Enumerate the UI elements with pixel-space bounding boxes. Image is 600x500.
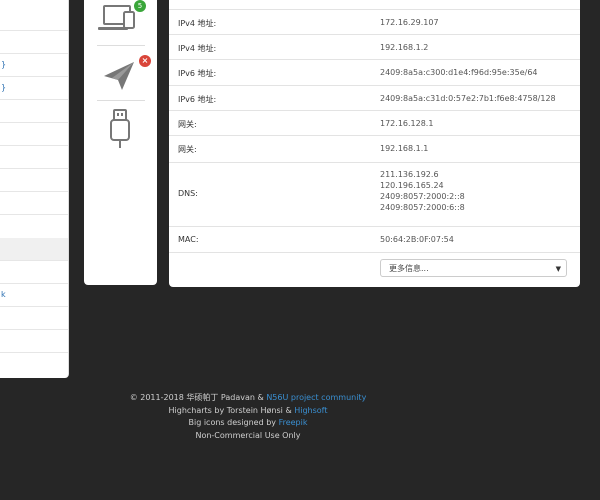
computer-icon[interactable]: 5 xyxy=(94,0,147,40)
row-label: IPv4 地址: xyxy=(178,44,217,53)
sidebar-item[interactable] xyxy=(0,146,68,169)
sidebar-item[interactable] xyxy=(0,307,68,330)
sidebar-item-active[interactable] xyxy=(0,238,68,261)
row-value: 172.16.128.1 xyxy=(380,119,434,128)
sidebar-item[interactable] xyxy=(0,123,68,146)
info-row-ipv4: IPv4 地址: 172.16.29.107 xyxy=(169,9,580,35)
footer-text: Highcharts by Torstein Hønsi & xyxy=(168,405,295,415)
dns-value: 2409:8057:2000:2::8 xyxy=(380,192,465,201)
status-badge-green: 5 xyxy=(134,0,146,12)
footer-line: Big icons designed by Freepik xyxy=(100,417,396,430)
info-row-ipv6: IPv6 地址: 2409:8a5a:c300:d1e4:f96d:95e:35… xyxy=(169,59,580,86)
sidebar-item[interactable]: } xyxy=(0,77,68,100)
sidebar-menu: } } k xyxy=(0,0,69,378)
sidebar-item[interactable] xyxy=(0,169,68,192)
footer-text: © 2011-2018 华硕帕丁 Padavan & xyxy=(129,393,267,402)
client-icon-column: 5 × xyxy=(84,0,157,285)
row-value: 172.16.29.107 xyxy=(380,18,439,27)
footer: © 2011-2018 华硕帕丁 Padavan & N56U project … xyxy=(100,392,396,442)
select-value: 更多信息... xyxy=(389,264,429,273)
sidebar-item[interactable] xyxy=(0,0,68,31)
row-value: 50:64:2B:0F:07:54 xyxy=(380,235,454,244)
row-label: IPv6 地址: xyxy=(178,69,217,78)
footer-line: © 2011-2018 华硕帕丁 Padavan & N56U project … xyxy=(100,392,396,405)
sidebar-item[interactable] xyxy=(0,261,68,284)
chevron-down-icon: ▼ xyxy=(555,265,561,273)
close-badge-icon[interactable]: × xyxy=(139,55,151,67)
row-value: 192.168.1.1 xyxy=(380,144,429,153)
sidebar-item[interactable] xyxy=(0,31,68,54)
divider xyxy=(169,252,580,253)
more-info-select[interactable]: 更多信息... ▼ xyxy=(380,259,567,277)
sidebar-item[interactable] xyxy=(0,330,68,353)
highsoft-link[interactable]: Highsoft xyxy=(294,406,327,415)
info-row-ipv6: IPv6 地址: 2409:8a5a:c31d:0:57e2:7b1:f6e8:… xyxy=(169,85,580,111)
row-value: 2409:8a5a:c300:d1e4:f96d:95e:35e/64 xyxy=(380,68,538,77)
sidebar-item[interactable]: } xyxy=(0,54,68,77)
row-label: 网关: xyxy=(178,145,197,154)
info-row-mac: MAC: 50:64:2B:0F:07:54 xyxy=(169,226,580,253)
row-label: 网关: xyxy=(178,120,197,129)
row-value: 2409:8a5a:c31d:0:57e2:7b1:f6e8:4758/128 xyxy=(380,94,556,103)
divider xyxy=(97,45,145,46)
row-label: MAC: xyxy=(178,235,199,244)
info-row-gateway: 网关: 172.16.128.1 xyxy=(169,110,580,136)
divider xyxy=(97,100,145,101)
dns-value: 2409:8057:2000:6::8 xyxy=(380,203,465,212)
network-info-panel: IPv4 地址: 172.16.29.107 IPv4 地址: 192.168.… xyxy=(169,0,580,287)
info-row-dns: DNS: 211.136.192.6 120.196.165.24 2409:8… xyxy=(169,162,580,227)
usb-icon[interactable] xyxy=(94,106,147,152)
dns-value: 120.196.165.24 xyxy=(380,181,444,190)
footer-line: Highcharts by Torstein Hønsi & Highsoft xyxy=(100,405,396,418)
community-link[interactable]: N56U project community xyxy=(266,393,366,402)
info-row-ipv4: IPv4 地址: 192.168.1.2 xyxy=(169,34,580,60)
dns-value: 211.136.192.6 xyxy=(380,170,439,179)
freepik-link[interactable]: Freepik xyxy=(279,418,308,427)
sidebar-item[interactable] xyxy=(0,100,68,123)
info-row-gateway: 网关: 192.168.1.1 xyxy=(169,135,580,163)
sidebar-item[interactable]: k xyxy=(0,284,68,307)
row-value: 192.168.1.2 xyxy=(380,43,429,52)
row-label: IPv4 地址: xyxy=(178,19,217,28)
dns-values: 211.136.192.6 120.196.165.24 2409:8057:2… xyxy=(380,169,465,213)
footer-line: Non-Commercial Use Only xyxy=(195,430,301,440)
sidebar-item[interactable] xyxy=(0,192,68,215)
paper-plane-icon[interactable]: × xyxy=(94,52,151,94)
row-label: IPv6 地址: xyxy=(178,95,217,104)
footer-text: Big icons designed by xyxy=(188,418,279,427)
row-label: DNS: xyxy=(178,189,198,198)
